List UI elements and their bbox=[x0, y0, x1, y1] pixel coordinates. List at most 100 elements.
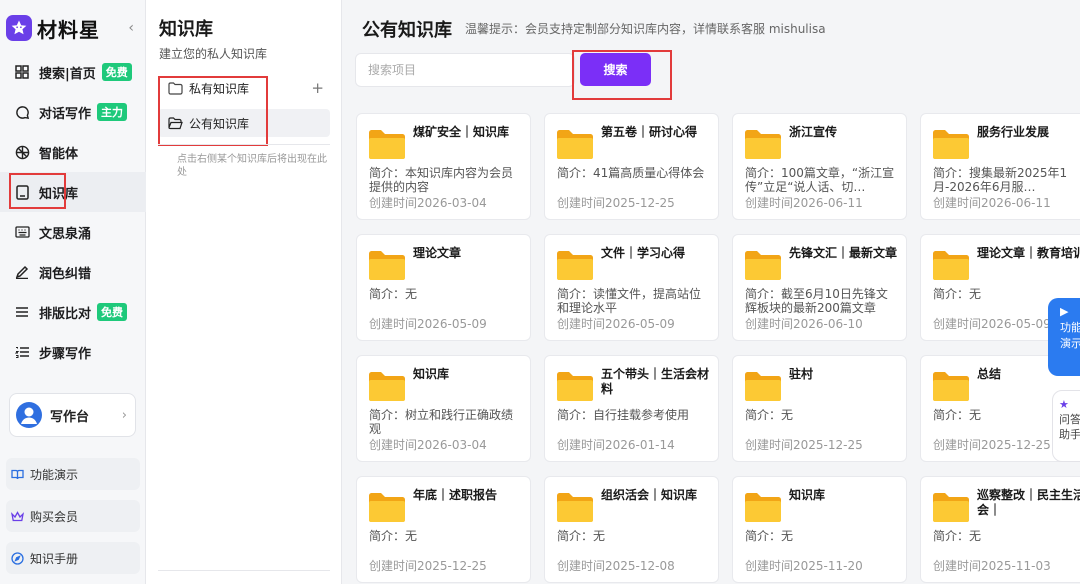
brand[interactable]: 材料星 ‹ bbox=[6, 12, 140, 44]
folder-icon bbox=[557, 372, 593, 401]
nav-bottom-label: 功能演示 bbox=[30, 467, 79, 482]
knowledge-card[interactable]: 知识库 简介：无 创建时间2025-11-20 bbox=[732, 476, 907, 583]
folder-icon bbox=[369, 493, 405, 522]
divider bbox=[158, 570, 330, 571]
card-date: 创建时间2026-03-04 bbox=[369, 438, 487, 452]
add-icon[interactable]: + bbox=[311, 79, 324, 97]
star-logo-icon bbox=[6, 15, 32, 41]
nav-item-layout-compare[interactable]: 排版比对 免费 bbox=[0, 292, 146, 332]
card-desc: 简介：树立和践行正确政绩观 bbox=[369, 408, 514, 436]
private-label: 私有知识库 bbox=[189, 81, 250, 96]
card-desc: 简介：本知识库内容为会员提供的内容 bbox=[369, 166, 514, 194]
card-date: 创建时间2026-06-11 bbox=[745, 196, 863, 210]
search-input[interactable]: 搜索项目 bbox=[355, 53, 575, 87]
knowledge-card[interactable]: 第五卷｜研讨心得 简介：41篇高质量心得体会 创建时间2025-12-25 bbox=[544, 113, 719, 220]
card-desc: 简介：无 bbox=[557, 529, 606, 543]
folder-icon bbox=[933, 251, 969, 280]
card-title: 五个带头｜生活会材料 bbox=[601, 367, 710, 396]
folder-open-icon bbox=[168, 116, 183, 131]
card-date: 创建时间2025-12-08 bbox=[557, 559, 675, 573]
card-date: 创建时间2026-03-04 bbox=[369, 196, 487, 210]
knowledge-panel: 知识库 建立您的私人知识库 私有知识库 + 公有知识库 点击右侧某个知识库后将出… bbox=[146, 0, 342, 584]
folder-icon bbox=[557, 130, 593, 159]
card-date: 创建时间2026-01-14 bbox=[557, 438, 675, 452]
agent-icon bbox=[14, 144, 30, 160]
card-title: 第五卷｜研讨心得 bbox=[601, 125, 698, 139]
knowledge-card[interactable]: 巡察整改｜民主生活会｜ 简介：无 创建时间2025-11-03 bbox=[920, 476, 1080, 583]
search-button[interactable]: 搜索 bbox=[580, 53, 651, 86]
nav-item-step-writing[interactable]: 步骤写作 bbox=[0, 332, 146, 372]
folder-icon bbox=[557, 251, 593, 280]
list-icon bbox=[14, 304, 30, 320]
nav-bottom-label: 购买会员 bbox=[30, 509, 79, 524]
card-date: 创建时间2026-06-10 bbox=[745, 317, 863, 331]
knowledge-card[interactable]: 知识库 简介：树立和践行正确政绩观 创建时间2026-03-04 bbox=[356, 355, 531, 462]
folder-icon bbox=[745, 130, 781, 159]
panel-title: 知识库 bbox=[159, 19, 213, 40]
knowledge-card[interactable]: 先锋文汇｜最新文章 简介：截至6月10日先锋文辉板块的最新200篇文章 创建时间… bbox=[732, 234, 907, 341]
card-desc: 简介：100篇文章，“浙江宣传”立足“说人话、切… bbox=[745, 166, 895, 194]
chevron-left-icon[interactable]: ‹ bbox=[128, 20, 134, 36]
knowledge-card[interactable]: 五个带头｜生活会材料 简介：自行挂载参考使用 创建时间2026-01-14 bbox=[544, 355, 719, 462]
nav-label: 知识库 bbox=[39, 186, 79, 202]
card-title: 服务行业发展 bbox=[977, 125, 1050, 139]
folder-icon bbox=[369, 251, 405, 280]
folder-icon bbox=[745, 372, 781, 401]
knowledge-card-grid: 煤矿安全｜知识库 简介：本知识库内容为会员提供的内容 创建时间2026-03-0… bbox=[356, 113, 1080, 584]
knowledge-card[interactable]: 理论文章 简介：无 创建时间2026-05-09 bbox=[356, 234, 531, 341]
card-title: 巡察整改｜民主生活会｜ bbox=[977, 488, 1080, 517]
compass-icon bbox=[10, 551, 24, 565]
card-date: 创建时间2025-12-25 bbox=[933, 438, 1051, 452]
card-title: 文件｜学习心得 bbox=[601, 246, 686, 260]
folder-icon bbox=[369, 372, 405, 401]
public-knowledge-base[interactable]: 公有知识库 bbox=[158, 109, 330, 137]
nav-item-agent[interactable]: 智能体 bbox=[0, 132, 146, 172]
nav-item-knowledge-base[interactable]: 知识库 bbox=[0, 172, 146, 212]
card-desc: 简介：无 bbox=[369, 529, 418, 543]
card-date: 创建时间2025-12-25 bbox=[745, 438, 863, 452]
card-date: 创建时间2025-11-20 bbox=[745, 559, 863, 573]
card-desc: 简介：无 bbox=[369, 287, 418, 301]
card-date: 创建时间2026-06-11 bbox=[933, 196, 1051, 210]
private-knowledge-base[interactable]: 私有知识库 + bbox=[158, 74, 330, 102]
feature-demo-float[interactable]: ▶ 功能演示 bbox=[1048, 298, 1080, 376]
card-date: 创建时间2025-12-25 bbox=[557, 196, 675, 210]
knowledge-card[interactable]: 煤矿安全｜知识库 简介：本知识库内容为会员提供的内容 创建时间2026-03-0… bbox=[356, 113, 531, 220]
avatar bbox=[16, 402, 42, 428]
card-title: 理论文章 bbox=[413, 246, 462, 260]
workbench-label: 写作台 bbox=[50, 409, 90, 425]
card-date: 创建时间2026-05-09 bbox=[933, 317, 1051, 331]
knowledge-card[interactable]: 文件｜学习心得 简介：读懂文件，提高站位和理论水平 创建时间2026-05-09 bbox=[544, 234, 719, 341]
card-desc: 简介：读懂文件，提高站位和理论水平 bbox=[557, 287, 702, 315]
book-icon bbox=[14, 184, 30, 200]
page-title: 公有知识库 bbox=[362, 20, 452, 41]
panel-subtitle: 建立您的私人知识库 bbox=[159, 47, 268, 61]
card-desc: 简介：无 bbox=[933, 529, 982, 543]
card-title: 驻村 bbox=[789, 367, 814, 381]
knowledge-card[interactable]: 驻村 简介：无 创建时间2025-12-25 bbox=[732, 355, 907, 462]
nav-label: 润色纠错 bbox=[39, 266, 92, 282]
left-nav: 材料星 ‹ 搜索|首页 免费 对话写作 主力 智能体 知识库 文思泉涌 润色纠错 bbox=[0, 0, 146, 584]
knowledge-card[interactable]: 服务行业发展 简介：搜集最新2025年1月-2026年6月服… 创建时间2026… bbox=[920, 113, 1080, 220]
float-help-label: 问答助手 bbox=[1059, 413, 1080, 441]
nav-label: 对话写作 bbox=[39, 106, 92, 122]
chat-icon bbox=[14, 104, 30, 120]
nav-item-home[interactable]: 搜索|首页 免费 bbox=[0, 52, 146, 92]
workbench-button[interactable]: 写作台 › bbox=[9, 393, 136, 437]
chevron-right-icon: › bbox=[121, 407, 127, 423]
book-open-icon bbox=[10, 467, 24, 481]
buy-membership-link[interactable]: 购买会员 bbox=[6, 500, 140, 532]
knowledge-card[interactable]: 年底｜述职报告 简介：无 创建时间2025-12-25 bbox=[356, 476, 531, 583]
qa-assistant-float[interactable]: ★ 问答助手 bbox=[1052, 390, 1080, 462]
nav-item-polish[interactable]: 润色纠错 bbox=[0, 252, 146, 292]
keyboard-icon bbox=[14, 224, 30, 240]
knowledge-manual-link[interactable]: 知识手册 bbox=[6, 542, 140, 574]
steps-icon bbox=[14, 344, 30, 360]
card-desc: 简介：截至6月10日先锋文辉板块的最新200篇文章 bbox=[745, 287, 888, 315]
card-title: 组织活会｜知识库 bbox=[601, 488, 698, 502]
nav-item-inspiration[interactable]: 文思泉涌 bbox=[0, 212, 146, 252]
feature-demo-link[interactable]: 功能演示 bbox=[6, 458, 140, 490]
knowledge-card[interactable]: 组织活会｜知识库 简介：无 创建时间2025-12-08 bbox=[544, 476, 719, 583]
knowledge-card[interactable]: 浙江宣传 简介：100篇文章，“浙江宣传”立足“说人话、切… 创建时间2026-… bbox=[732, 113, 907, 220]
nav-item-chat-writing[interactable]: 对话写作 主力 bbox=[0, 92, 146, 132]
